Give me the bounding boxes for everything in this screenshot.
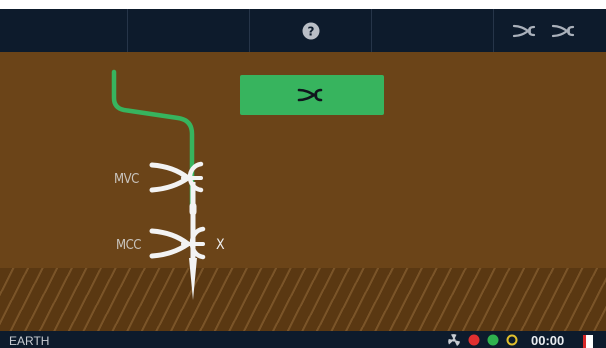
fan-icon bbox=[448, 334, 460, 346]
timer: 00:00 bbox=[531, 333, 565, 348]
surgical-sim-screen: ? MVC MCC X EARTH 00:00 bbox=[0, 0, 606, 348]
flag-icon bbox=[583, 335, 593, 348]
status-bar: EARTH 00:00 bbox=[0, 331, 606, 348]
lower-clamp-marker: X bbox=[216, 237, 225, 253]
status-indicators bbox=[448, 334, 518, 346]
status-text: EARTH bbox=[9, 334, 50, 348]
label-upper-clamp: MVC bbox=[114, 172, 139, 187]
red-dot bbox=[468, 334, 480, 346]
scene-drawing bbox=[111, 69, 206, 300]
lower-clamp-icon[interactable] bbox=[149, 226, 206, 260]
upper-clamp-icon[interactable] bbox=[149, 161, 204, 193]
yellow-ring bbox=[506, 334, 518, 346]
green-dot bbox=[487, 334, 499, 346]
label-lower-clamp: MCC bbox=[116, 238, 141, 253]
